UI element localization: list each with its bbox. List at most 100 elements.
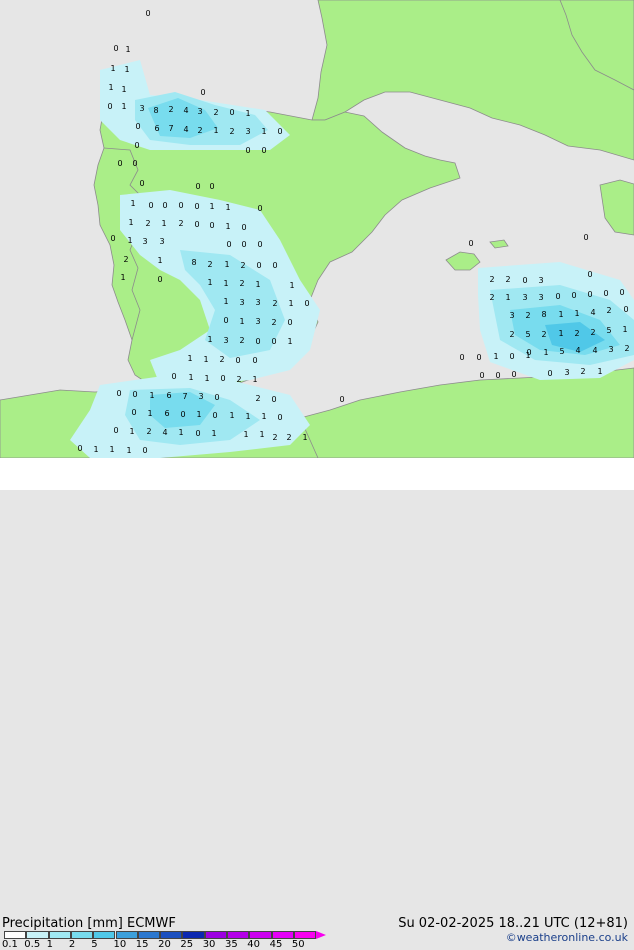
precip-value: 2 — [505, 275, 510, 284]
precip-value: 0 — [214, 393, 219, 402]
precip-value: 1 — [161, 219, 166, 228]
precip-value: 3 — [245, 127, 250, 136]
precip-value: 2 — [197, 126, 202, 135]
precip-value: 0 — [511, 370, 516, 379]
precip-value: 0 — [134, 141, 139, 150]
precip-value: 1 — [224, 260, 229, 269]
precip-value: 2 — [525, 311, 530, 320]
precip-value: 0 — [339, 395, 344, 404]
precip-value: 1 — [209, 202, 214, 211]
precip-value: 0 — [257, 240, 262, 249]
precip-value: 8 — [191, 258, 196, 267]
precip-value: 0 — [209, 221, 214, 230]
precip-value: 2 — [624, 344, 629, 353]
precip-value: 1 — [147, 409, 152, 418]
precip-value: 0 — [245, 146, 250, 155]
precip-value: 2 — [606, 306, 611, 315]
precip-value: 1 — [289, 281, 294, 290]
precip-value: 0 — [271, 395, 276, 404]
credit-link[interactable]: ©weatheronline.co.uk — [506, 932, 628, 944]
precip-value: 1 — [187, 354, 192, 363]
precip-value: 0 — [476, 353, 481, 362]
precip-value: 1 — [108, 83, 113, 92]
precip-value: 2 — [213, 108, 218, 117]
precip-value: 1 — [127, 236, 132, 245]
precip-value: 6 — [164, 409, 169, 418]
precip-value: 0 — [178, 201, 183, 210]
precip-value: 1 — [149, 391, 154, 400]
precip-value: 0 — [229, 108, 234, 117]
precip-value: 3 — [139, 104, 144, 113]
precip-value: 2 — [286, 433, 291, 442]
precip-value: 0 — [157, 275, 162, 284]
precip-value: 1 — [288, 299, 293, 308]
precip-value: 1 — [207, 335, 212, 344]
precip-value: 0 — [107, 102, 112, 111]
precip-value: 1 — [120, 273, 125, 282]
precip-value: 1 — [125, 45, 130, 54]
precip-value: 1 — [239, 317, 244, 326]
colorbar-segment — [249, 931, 272, 939]
precip-value: 3 — [198, 392, 203, 401]
precip-value: 1 — [558, 329, 563, 338]
precip-value: 3 — [239, 298, 244, 307]
precip-value: 0 — [162, 201, 167, 210]
precipitation-map: 0011111001382432010674212310000000001000… — [0, 0, 634, 459]
colorbar-tick-label: 10 — [113, 939, 127, 950]
precip-value: 2 — [146, 427, 151, 436]
precip-value: 0 — [135, 122, 140, 131]
precip-value: 4 — [575, 346, 580, 355]
precip-value: 0 — [277, 413, 282, 422]
precip-value: 3 — [197, 107, 202, 116]
colorbar-segment — [182, 931, 205, 939]
colorbar-segment — [137, 931, 161, 939]
precip-value: 1 — [302, 433, 307, 442]
colorbar-segment — [227, 931, 250, 939]
precip-value: 0 — [287, 318, 292, 327]
precip-value: 6 — [166, 391, 171, 400]
precip-value: 3 — [142, 237, 147, 246]
precip-value: 2 — [239, 336, 244, 345]
valid-time: Su 02-02-2025 18..21 UTC (12+81) — [398, 916, 628, 931]
colorbar-tick-label: 40 — [247, 939, 261, 950]
precip-value: 0 — [522, 276, 527, 285]
precip-value: 1 — [558, 310, 563, 319]
colorbar-tick-label: 1 — [46, 939, 53, 950]
precip-value: 0 — [495, 371, 500, 380]
precip-value: 3 — [522, 293, 527, 302]
precip-value: 0 — [252, 356, 257, 365]
colorbar-segment — [204, 931, 227, 939]
precip-value: 1 — [124, 65, 129, 74]
precip-value: 0 — [619, 288, 624, 297]
precip-value: 0 — [272, 261, 277, 270]
precip-value: 3 — [538, 276, 543, 285]
precip-value: 0 — [226, 240, 231, 249]
precip-value: 1 — [121, 85, 126, 94]
precip-value: 0 — [131, 408, 136, 417]
colorbar-segment — [271, 931, 294, 939]
precip-value: 2 — [240, 261, 245, 270]
precip-value: 0 — [241, 240, 246, 249]
precip-value: 1 — [121, 102, 126, 111]
model-label: ECMWF — [127, 916, 176, 931]
colorbar-tick-label: 15 — [135, 939, 149, 950]
precip-value: 1 — [129, 427, 134, 436]
precip-value: 0 — [142, 446, 147, 455]
colorbar-tick-label: 5 — [91, 939, 98, 950]
precip-value: 1 — [203, 355, 208, 364]
colorbar-tick-label: 45 — [269, 939, 283, 950]
precip-value: 1 — [287, 337, 292, 346]
precip-value: 0 — [304, 299, 309, 308]
precip-value: 2 — [219, 355, 224, 364]
precip-value: 1 — [261, 412, 266, 421]
precip-value: 5 — [559, 347, 564, 356]
precip-value: 1 — [223, 279, 228, 288]
colorbar-tick-label: 20 — [158, 939, 171, 950]
colorbar-segment — [93, 931, 116, 939]
precip-value: 5 — [606, 326, 611, 335]
precip-value: 1 — [211, 429, 216, 438]
precip-value: 1 — [243, 430, 248, 439]
precip-value: 1 — [229, 411, 234, 420]
precip-value: 3 — [255, 317, 260, 326]
precip-value: 1 — [525, 351, 530, 360]
